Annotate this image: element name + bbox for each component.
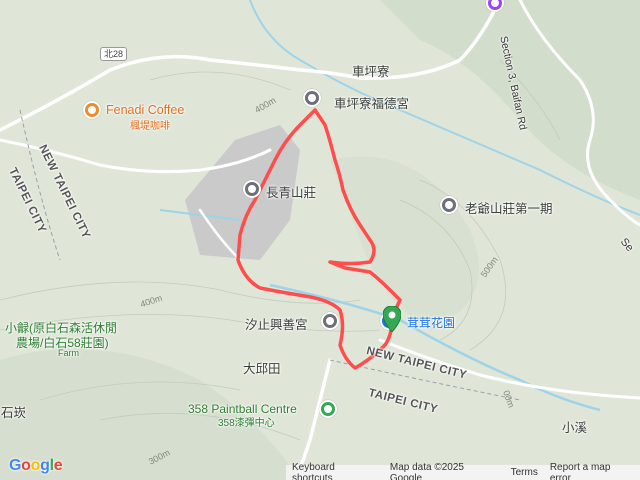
place-icon[interactable] bbox=[440, 196, 458, 214]
place-label-chepingliao-temple: 車坪寮福德宮 bbox=[334, 97, 410, 111]
map-canvas[interactable]: 北28 車坪寮 車坪寮福德宮 長青山莊 老爺山莊第一期 汐止興善宮 茸茸花園 大… bbox=[0, 0, 640, 480]
place-label-changqing: 長青山莊 bbox=[266, 186, 317, 200]
place-label-xiaoxi: 小溪 bbox=[562, 421, 588, 435]
place-label-laoye: 老爺山莊第一期 bbox=[465, 202, 553, 216]
start-flag-icon[interactable] bbox=[383, 306, 401, 332]
place-label-fenadi-sub: 楓堤咖啡 bbox=[130, 121, 170, 132]
place-label-xizhi-temple: 汐止興善宮 bbox=[245, 318, 308, 332]
lodging-icon[interactable] bbox=[243, 180, 261, 198]
terms-link[interactable]: Terms bbox=[505, 467, 544, 478]
place-label-shitan: 石崁 bbox=[1, 406, 27, 420]
report-map-error-link[interactable]: Report a map error bbox=[544, 462, 640, 480]
map-data-text: Map data ©2025 Google bbox=[389, 461, 464, 480]
road-shield: 北28 bbox=[100, 47, 128, 61]
place-label-chepingliao: 車坪寮 bbox=[352, 65, 390, 79]
attribution-bar: Keyboard shortcuts Map data ©2025 Google… bbox=[286, 461, 640, 480]
temple-icon[interactable] bbox=[303, 89, 321, 107]
google-logo[interactable]: Google bbox=[9, 457, 63, 475]
place-label-daqiutian: 大邱田 bbox=[243, 362, 281, 376]
temple-icon[interactable] bbox=[321, 312, 339, 330]
keyboard-shortcuts-link[interactable]: Keyboard shortcuts bbox=[286, 462, 384, 480]
paintball-icon[interactable] bbox=[319, 400, 337, 418]
place-label-xiaoyu-sub: Farm bbox=[58, 348, 79, 358]
place-label-paintball-sub: 358漆彈中心 bbox=[218, 418, 275, 429]
place-label-fenadi: Fenadi Coffee bbox=[106, 103, 185, 117]
place-label-rongrong: 茸茸花園 bbox=[407, 316, 456, 330]
coffee-cup-icon[interactable] bbox=[83, 101, 101, 119]
